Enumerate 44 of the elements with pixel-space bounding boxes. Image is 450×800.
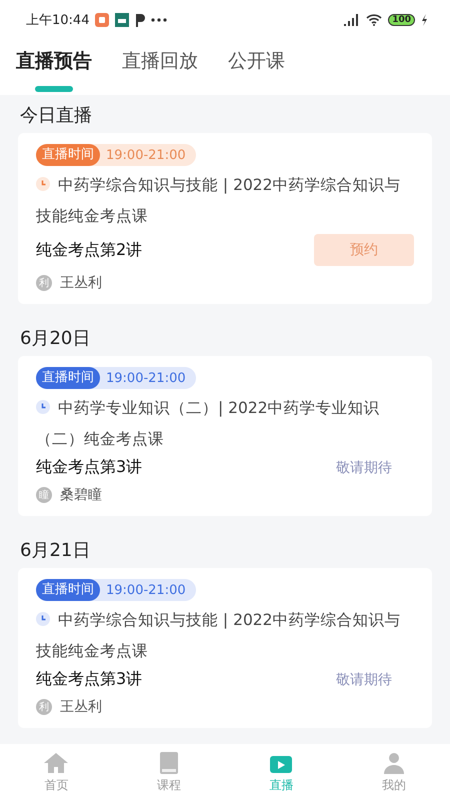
course-title: 中药学综合知识与技能 | 2022中药学综合知识与技能纯金考点课 <box>36 175 402 227</box>
tab[interactable]: 直播回放 <box>122 48 198 95</box>
tag-time: 19:00-21:00 <box>106 370 186 386</box>
user-icon <box>382 750 406 774</box>
live-card[interactable]: 直播时间 19:00-21:00 中药学综合知识与技能 | 2022中药学综合知识与技能纯金考点课 纯金考点第3讲 敬请期待 利 王丛利 <box>18 568 432 728</box>
home-icon <box>43 750 70 774</box>
teacher-avatar: 瞳 <box>36 487 52 503</box>
tag-time: 19:00-21:00 <box>106 582 186 598</box>
coming-soon-label: 敬请期待 <box>336 670 392 688</box>
book-icon <box>158 750 180 774</box>
live-card[interactable]: 直播时间 19:00-21:00 中药学综合知识与技能 | 2022中药学综合知识与技能纯金考点课 纯金考点第2讲 预约 利 王丛利 <box>18 133 432 304</box>
tag-label: 直播时间 <box>36 579 100 601</box>
tag-label: 直播时间 <box>36 144 100 166</box>
battery-indicator: 100 <box>388 14 415 26</box>
tag-time: 19:00-21:00 <box>106 148 186 162</box>
teacher-name: 王丛利 <box>60 274 102 292</box>
clock-icon <box>36 612 50 626</box>
course-title: 中药学专业知识（二）| 2022中药学专业知识（二）纯金考点课 <box>36 398 381 450</box>
coming-soon-label: 敬请期待 <box>336 458 392 476</box>
date-heading: 今日直播 <box>19 104 93 128</box>
clock-icon <box>36 177 50 191</box>
teacher-avatar: 利 <box>36 699 52 715</box>
tab[interactable]: 公开课 <box>228 48 285 95</box>
clock-icon <box>36 400 50 414</box>
course-title: 中药学综合知识与技能 | 2022中药学综合知识与技能纯金考点课 <box>36 610 402 662</box>
teacher-avatar: 利 <box>36 275 52 291</box>
teacher-name: 桑碧瞳 <box>60 486 102 504</box>
date-heading: 6月20日 <box>19 327 92 351</box>
app-notification-icon <box>95 13 110 27</box>
teacher-name: 王丛利 <box>60 698 102 716</box>
live-card[interactable]: 直播时间 19:00-21:00 中药学专业知识（二）| 2022中药学专业知识（二）纯金考点课 纯金考点第3讲 敬请期待 瞳 桑碧瞳 <box>18 356 432 516</box>
wifi-icon <box>366 14 382 26</box>
date-heading: 6月21日 <box>19 539 92 563</box>
lesson-title: 纯金考点第2讲 <box>36 240 142 260</box>
tag-label: 直播时间 <box>36 367 100 389</box>
charging-icon <box>421 14 428 26</box>
status-time: 上午10:44 <box>26 12 90 29</box>
tab[interactable]: 直播预告 <box>16 48 92 95</box>
lesson-title: 纯金考点第3讲 <box>36 457 142 478</box>
signal-icon <box>344 14 360 26</box>
p-notification-icon <box>135 13 146 27</box>
app-notification-icon <box>115 13 130 27</box>
lesson-title: 纯金考点第3讲 <box>36 669 142 690</box>
more-icon <box>151 18 168 22</box>
